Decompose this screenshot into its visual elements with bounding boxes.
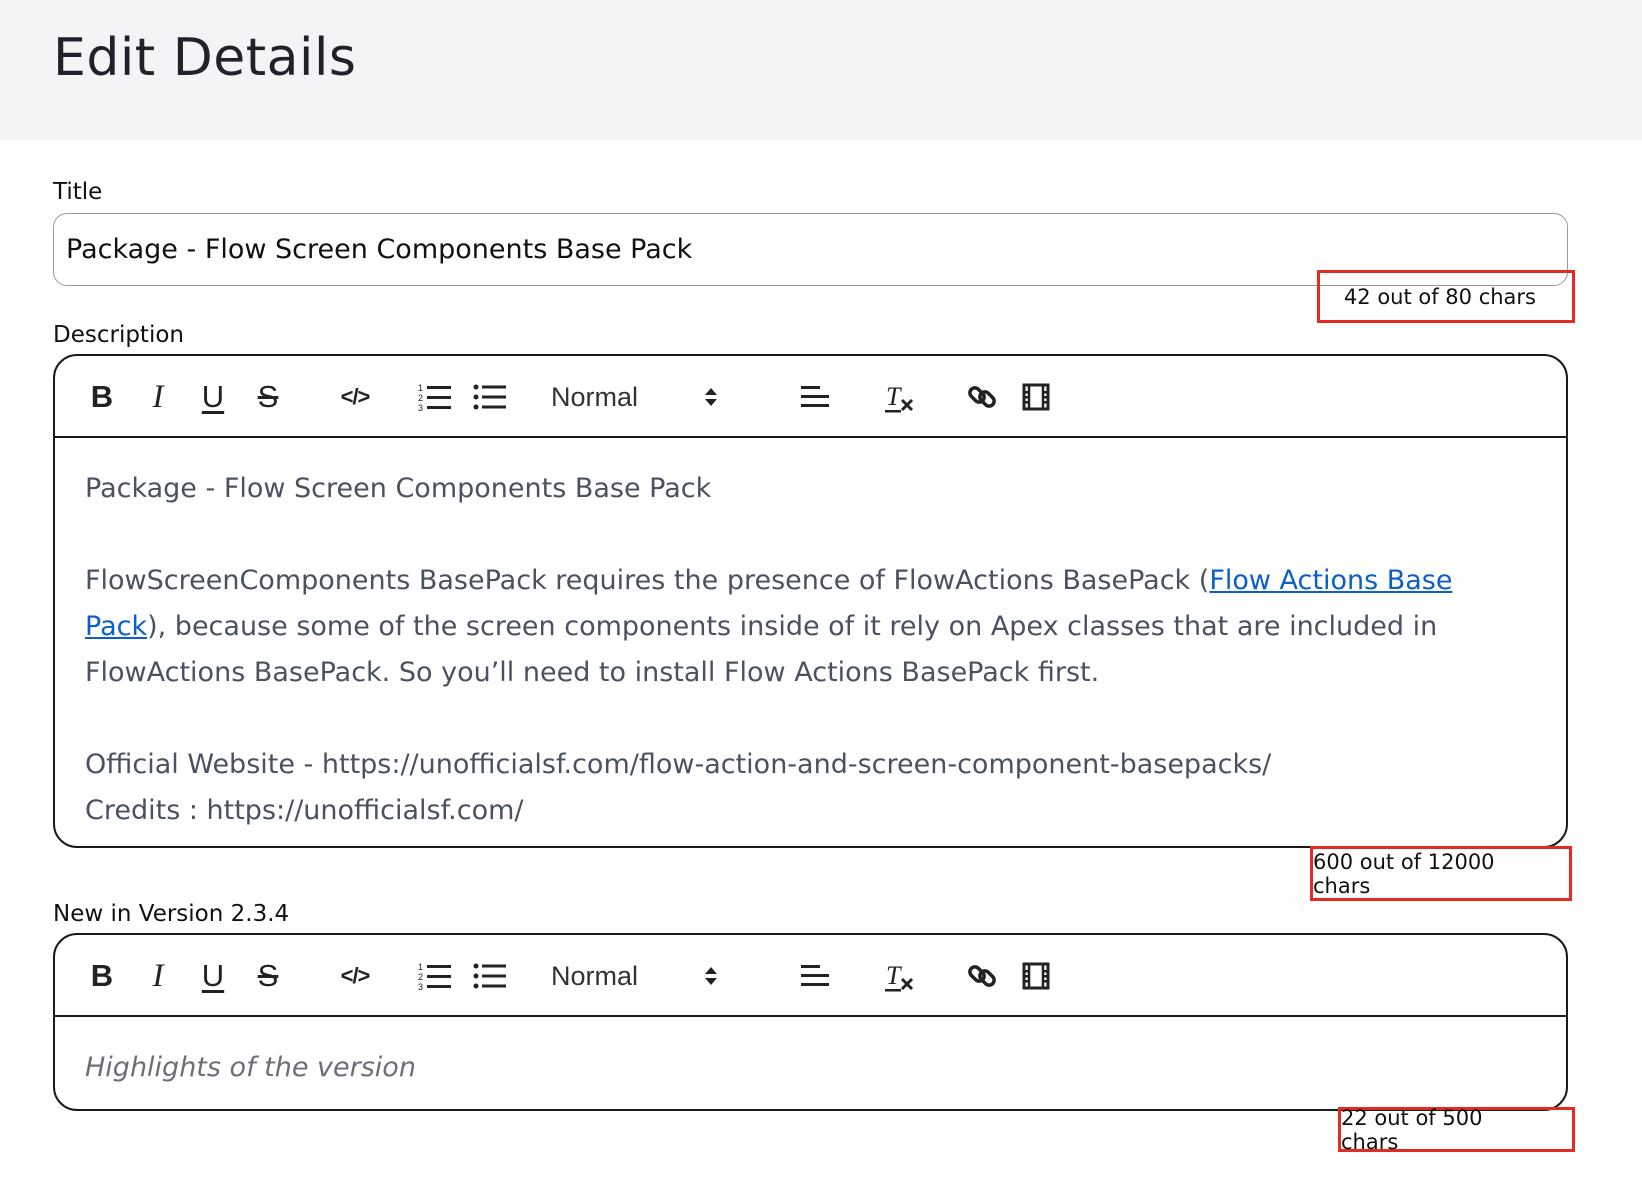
align-button[interactable] bbox=[790, 935, 840, 1017]
italic-button[interactable]: I bbox=[133, 356, 183, 438]
svg-text:1: 1 bbox=[418, 383, 423, 393]
underline-icon: U bbox=[201, 958, 225, 993]
version-editor: B I U S </> 1 2 3 Normal T Highlights of… bbox=[53, 933, 1568, 1111]
description-paragraph: FlowScreenComponents BasePack requires t… bbox=[85, 558, 1536, 696]
video-button[interactable] bbox=[1011, 356, 1061, 438]
bold-icon: B bbox=[90, 379, 114, 414]
description-paragraph: Package - Flow Screen Components Base Pa… bbox=[85, 473, 712, 504]
clear-format-icon: T bbox=[885, 961, 914, 992]
strike-button[interactable]: S bbox=[243, 356, 293, 438]
heading-select-value: Normal bbox=[551, 960, 639, 991]
credits-line: Credits : https://unofficialsf.com/ bbox=[85, 795, 524, 826]
bullet-list-icon bbox=[473, 963, 506, 989]
title-char-counter: 42 out of 80 chars bbox=[1317, 270, 1575, 323]
ordered-list-icon: 1 2 3 bbox=[418, 962, 451, 991]
svg-text:2: 2 bbox=[418, 393, 423, 403]
italic-icon: I bbox=[152, 957, 164, 994]
clear-format-button[interactable]: T bbox=[875, 356, 925, 438]
ordered-list-button[interactable]: 1 2 3 bbox=[410, 935, 460, 1017]
bullet-list-button[interactable] bbox=[465, 356, 515, 438]
link-icon bbox=[968, 965, 996, 987]
ordered-list-button[interactable]: 1 2 3 bbox=[410, 356, 460, 438]
version-toolbar: B I U S </> 1 2 3 Normal T bbox=[55, 935, 1566, 1017]
link-button[interactable] bbox=[957, 356, 1007, 438]
version-char-counter: 22 out of 500 chars bbox=[1338, 1106, 1575, 1154]
svg-text:T: T bbox=[886, 382, 902, 411]
video-button[interactable] bbox=[1011, 935, 1061, 1017]
heading-select-value: Normal bbox=[551, 381, 639, 412]
description-text: FlowScreenComponents BasePack requires t… bbox=[85, 565, 1210, 596]
description-content[interactable]: Package - Flow Screen Components Base Pa… bbox=[55, 438, 1566, 846]
heading-select[interactable]: Normal bbox=[545, 356, 730, 438]
underline-button[interactable]: U bbox=[188, 935, 238, 1017]
clear-format-button[interactable]: T bbox=[875, 935, 925, 1017]
title-label: Title bbox=[53, 179, 103, 205]
bold-icon: B bbox=[90, 958, 114, 993]
page-title: Edit Details bbox=[53, 28, 357, 88]
underline-icon: U bbox=[201, 379, 225, 414]
page-header: Edit Details bbox=[0, 0, 1642, 140]
svg-text:1: 1 bbox=[418, 962, 423, 972]
clear-format-icon: T bbox=[885, 382, 914, 413]
code-button[interactable]: </> bbox=[325, 356, 385, 438]
svg-text:3: 3 bbox=[418, 982, 423, 991]
align-button[interactable] bbox=[790, 356, 840, 438]
video-icon bbox=[1022, 962, 1050, 990]
align-left-icon bbox=[801, 965, 829, 986]
description-char-counter: 600 out of 12000 chars bbox=[1310, 846, 1572, 901]
select-arrows-icon bbox=[705, 967, 717, 985]
italic-button[interactable]: I bbox=[133, 935, 183, 1017]
underline-button[interactable]: U bbox=[188, 356, 238, 438]
description-text: ), because some of the screen components… bbox=[85, 611, 1438, 688]
description-editor: B I U S </> 1 2 3 Normal T Package - Flo… bbox=[53, 354, 1568, 848]
code-icon: </> bbox=[340, 384, 371, 409]
version-label: New in Version 2.3.4 bbox=[53, 901, 290, 927]
ordered-list-icon: 1 2 3 bbox=[418, 383, 451, 412]
bold-button[interactable]: B bbox=[77, 935, 127, 1017]
svg-text:2: 2 bbox=[418, 972, 423, 982]
link-button[interactable] bbox=[957, 935, 1007, 1017]
description-label: Description bbox=[53, 322, 184, 348]
strike-icon: S bbox=[257, 379, 279, 414]
select-arrows-icon bbox=[705, 388, 717, 406]
heading-select[interactable]: Normal bbox=[545, 935, 730, 1017]
link-icon bbox=[968, 386, 996, 408]
bullet-list-icon bbox=[473, 384, 506, 410]
version-placeholder: Highlights of the version bbox=[85, 1052, 416, 1083]
version-content[interactable]: Highlights of the version bbox=[55, 1017, 1566, 1109]
video-icon bbox=[1022, 383, 1050, 411]
italic-icon: I bbox=[152, 378, 164, 415]
description-toolbar: B I U S </> 1 2 3 Normal T bbox=[55, 356, 1566, 438]
bold-button[interactable]: B bbox=[77, 356, 127, 438]
strike-button[interactable]: S bbox=[243, 935, 293, 1017]
code-button[interactable]: </> bbox=[325, 935, 385, 1017]
svg-text:T: T bbox=[886, 961, 902, 990]
svg-text:3: 3 bbox=[418, 403, 423, 412]
bullet-list-button[interactable] bbox=[465, 935, 515, 1017]
strike-icon: S bbox=[257, 958, 279, 993]
align-left-icon bbox=[801, 386, 829, 407]
website-line: Official Website - https://unofficialsf.… bbox=[85, 749, 1272, 780]
code-icon: </> bbox=[340, 963, 371, 988]
